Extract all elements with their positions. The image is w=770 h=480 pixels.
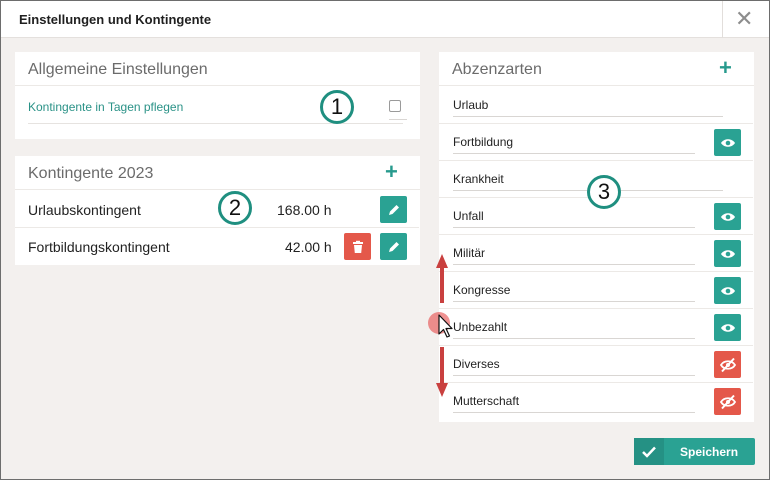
toggle-visibility-button[interactable] <box>714 351 741 378</box>
eye-icon <box>720 323 735 332</box>
toggle-visibility-button[interactable] <box>714 314 741 341</box>
absence-type-underline <box>453 264 695 265</box>
kontingent-value: 168.00 h <box>277 202 332 218</box>
kontingent-row: Fortbildungskontingent 42.00 h <box>15 228 419 265</box>
annotation-badge-2: 2 <box>218 191 252 225</box>
toggle-visibility-button[interactable] <box>714 388 741 415</box>
add-absence-type-button[interactable]: + <box>719 56 732 80</box>
absence-type-label: Krankheit <box>453 172 504 186</box>
toggle-visibility-button[interactable] <box>714 203 741 230</box>
dialog-titlebar: Einstellungen und Kontingente ✕ <box>1 1 769 38</box>
annotation-badge-3: 3 <box>587 175 621 209</box>
arrow-down-icon <box>436 383 448 397</box>
arrow-up-icon <box>436 254 448 268</box>
absence-type-row[interactable]: Kongresse <box>439 272 753 309</box>
kontingente-title: Kontingente 2023 <box>28 165 154 182</box>
absence-type-label: Urlaub <box>453 98 489 112</box>
dialog-title: Einstellungen und Kontingente <box>19 12 212 27</box>
close-icon[interactable]: ✕ <box>735 7 753 31</box>
general-settings-header: Allgemeine Einstellungen <box>15 52 420 86</box>
save-button-label: Speichern <box>680 445 739 459</box>
toggle-visibility-button[interactable] <box>714 240 741 267</box>
absence-type-underline <box>453 338 695 339</box>
titlebar-separator <box>722 1 723 38</box>
kontingent-value: 42.00 h <box>285 239 332 255</box>
checkbox-underline <box>389 119 407 120</box>
drag-indicator-overlay <box>428 254 453 397</box>
absence-type-row[interactable]: Diverses <box>439 346 753 383</box>
edit-kontingent-button[interactable] <box>380 196 407 223</box>
absence-type-row[interactable]: Mutterschaft <box>439 383 753 420</box>
absence-type-row[interactable]: Fortbildung <box>439 124 753 161</box>
toggle-visibility-button[interactable] <box>714 129 741 156</box>
absence-type-row[interactable]: Militär <box>439 235 753 272</box>
absence-type-row[interactable]: Unbezahlt <box>439 309 753 346</box>
absence-type-underline <box>453 301 695 302</box>
eye-off-icon <box>719 357 736 372</box>
absence-type-label: Unfall <box>453 209 484 223</box>
dialog-window: Einstellungen und Kontingente ✕ Allgemei… <box>0 0 770 480</box>
absence-type-underline <box>453 227 695 228</box>
eye-off-icon <box>719 394 736 409</box>
kontingente-in-tagen-checkbox[interactable] <box>389 100 401 112</box>
kontingent-row: Urlaubskontingent 168.00 h <box>15 191 419 228</box>
absence-type-underline <box>453 153 695 154</box>
edit-kontingent-button[interactable] <box>380 233 407 260</box>
general-settings-panel: Allgemeine Einstellungen Kontingente in … <box>15 52 420 139</box>
absence-types-panel: Abzenzarten + Urlaub Fortbildung Krankheit… <box>439 52 754 422</box>
delete-kontingent-button[interactable] <box>344 233 371 260</box>
arrow-up-shaft <box>440 267 444 303</box>
eye-icon <box>720 138 735 147</box>
eye-icon <box>720 249 735 258</box>
kontingent-label: Fortbildungskontingent <box>28 239 170 255</box>
save-button[interactable]: Speichern <box>634 438 755 465</box>
add-kontingent-button[interactable]: + <box>385 160 398 184</box>
eye-icon <box>720 212 735 221</box>
absence-type-underline <box>453 116 723 117</box>
absence-type-row[interactable]: Urlaub <box>439 87 753 124</box>
kontingente-header: Kontingente 2023 + <box>15 156 420 190</box>
annotation-badge-1: 1 <box>320 90 354 124</box>
checkmark-icon <box>642 446 656 458</box>
trash-icon <box>352 240 363 253</box>
absence-type-underline <box>453 375 695 376</box>
save-icon-box <box>634 438 664 465</box>
absence-types-title: Abzenzarten <box>452 61 542 78</box>
badge-number: 1 <box>330 94 344 119</box>
absence-type-underline <box>453 412 695 413</box>
pencil-icon <box>388 204 399 215</box>
absence-type-label: Fortbildung <box>453 135 514 149</box>
arrow-down-shaft <box>440 347 444 383</box>
badge-number: 2 <box>228 195 242 220</box>
eye-icon <box>720 286 735 295</box>
absence-type-label: Mutterschaft <box>453 394 520 408</box>
setting-divider <box>28 123 403 124</box>
kontingent-label: Urlaubskontingent <box>28 202 141 218</box>
badge-number: 3 <box>597 179 611 204</box>
pencil-icon <box>388 241 399 252</box>
general-settings-title: Allgemeine Einstellungen <box>28 61 208 78</box>
setting-kontingente-in-tagen-label: Kontingente in Tagen pflegen <box>28 100 184 114</box>
absence-types-header: Abzenzarten + <box>439 52 754 86</box>
toggle-visibility-button[interactable] <box>714 277 741 304</box>
